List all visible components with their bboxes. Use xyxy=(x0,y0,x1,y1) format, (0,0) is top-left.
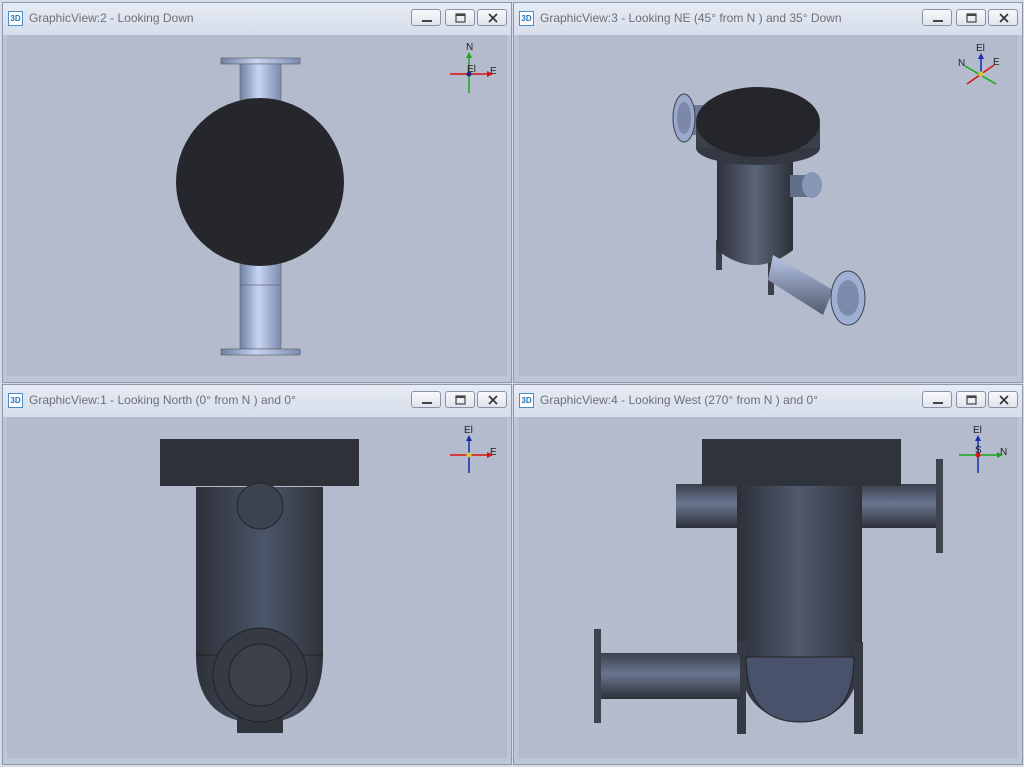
minimize-button[interactable] xyxy=(411,391,441,408)
equipment-model: El E N xyxy=(672,43,1000,326)
window-title: GraphicView:4 - Looking West (270° from … xyxy=(540,393,818,407)
close-button[interactable] xyxy=(988,9,1018,26)
graphic-view-1-window[interactable]: 3D GraphicView:1 - Looking North (0° fro… xyxy=(2,384,512,765)
axis-label-up: N xyxy=(466,42,473,53)
outlet-pipe xyxy=(768,255,833,315)
top-pipe xyxy=(239,63,282,105)
bottom-flange xyxy=(220,348,301,356)
viewport-canvas[interactable]: El N S xyxy=(518,417,1018,758)
equipment-model: El N S xyxy=(594,425,1007,734)
right-nozzle xyxy=(854,484,938,528)
close-button[interactable] xyxy=(477,391,507,408)
vessel-body xyxy=(717,155,793,265)
minimize-button[interactable] xyxy=(922,9,952,26)
axis-triad: N E El xyxy=(450,42,497,93)
window-titlebar[interactable]: 3D GraphicView:4 - Looking West (270° fr… xyxy=(514,385,1022,417)
window-titlebar[interactable]: 3D GraphicView:3 - Looking NE (45° from … xyxy=(514,3,1022,35)
graphic-view-4-window[interactable]: 3D GraphicView:4 - Looking West (270° fr… xyxy=(513,384,1023,765)
viewport-canvas[interactable]: El E xyxy=(7,417,507,758)
maximize-button[interactable] xyxy=(445,9,475,26)
axis-triad: El E N xyxy=(958,43,1000,85)
3d-app-icon: 3D xyxy=(8,393,23,408)
axis-triad: El N S xyxy=(959,425,1007,473)
maximize-button[interactable] xyxy=(956,9,986,26)
equipment-model: N E El xyxy=(176,42,497,356)
axis-label-right: E xyxy=(490,447,497,458)
right-flange xyxy=(936,459,943,553)
top-head xyxy=(702,439,901,486)
minimize-button[interactable] xyxy=(411,9,441,26)
close-button[interactable] xyxy=(988,391,1018,408)
minimize-button[interactable] xyxy=(922,391,952,408)
close-button[interactable] xyxy=(477,9,507,26)
window-titlebar[interactable]: 3D GraphicView:2 - Looking Down xyxy=(3,3,511,35)
outlet-pipe xyxy=(600,653,740,699)
upper-nozzle xyxy=(236,482,284,530)
axis-label-right: E xyxy=(993,57,1000,68)
window-title: GraphicView:3 - Looking NE (45° from N )… xyxy=(540,11,842,25)
side-nozzle xyxy=(802,172,822,198)
top-head-disk xyxy=(696,87,820,157)
maximize-button[interactable] xyxy=(956,391,986,408)
3d-app-icon: 3D xyxy=(519,393,534,408)
equipment-model: El E xyxy=(160,425,497,733)
window-titlebar[interactable]: 3D GraphicView:1 - Looking North (0° fro… xyxy=(3,385,511,417)
graphic-view-3-window[interactable]: 3D GraphicView:3 - Looking NE (45° from … xyxy=(513,2,1023,383)
axis-label-center: S xyxy=(975,445,982,456)
axis-label-up: El xyxy=(464,425,473,436)
viewport-canvas[interactable]: N E El xyxy=(7,35,507,376)
axis-label-up: El xyxy=(973,425,982,436)
axis-label-right: N xyxy=(1000,447,1007,458)
axis-label-left: N xyxy=(958,58,965,69)
3d-app-icon: 3D xyxy=(8,11,23,26)
vessel-top-disk xyxy=(176,98,344,266)
graphic-view-2-window[interactable]: 3D GraphicView:2 - Looking Down N E El xyxy=(2,2,512,383)
outlet-flange xyxy=(594,629,601,723)
outlet-elbow xyxy=(745,656,855,723)
window-title: GraphicView:2 - Looking Down xyxy=(29,11,194,25)
top-flange xyxy=(220,57,301,65)
axis-label-center: El xyxy=(467,64,476,75)
left-nozzle xyxy=(676,484,746,528)
3d-app-icon: 3D xyxy=(519,11,534,26)
window-title: GraphicView:1 - Looking North (0° from N… xyxy=(29,393,296,407)
maximize-button[interactable] xyxy=(445,391,475,408)
axis-label-up: El xyxy=(976,43,985,54)
support-leg xyxy=(854,642,863,734)
axis-triad: El E xyxy=(450,425,497,473)
bottom-pipe xyxy=(239,256,282,350)
viewport-canvas[interactable]: El E N xyxy=(518,35,1018,376)
top-head xyxy=(160,439,359,486)
axis-label-right: E xyxy=(490,66,497,77)
